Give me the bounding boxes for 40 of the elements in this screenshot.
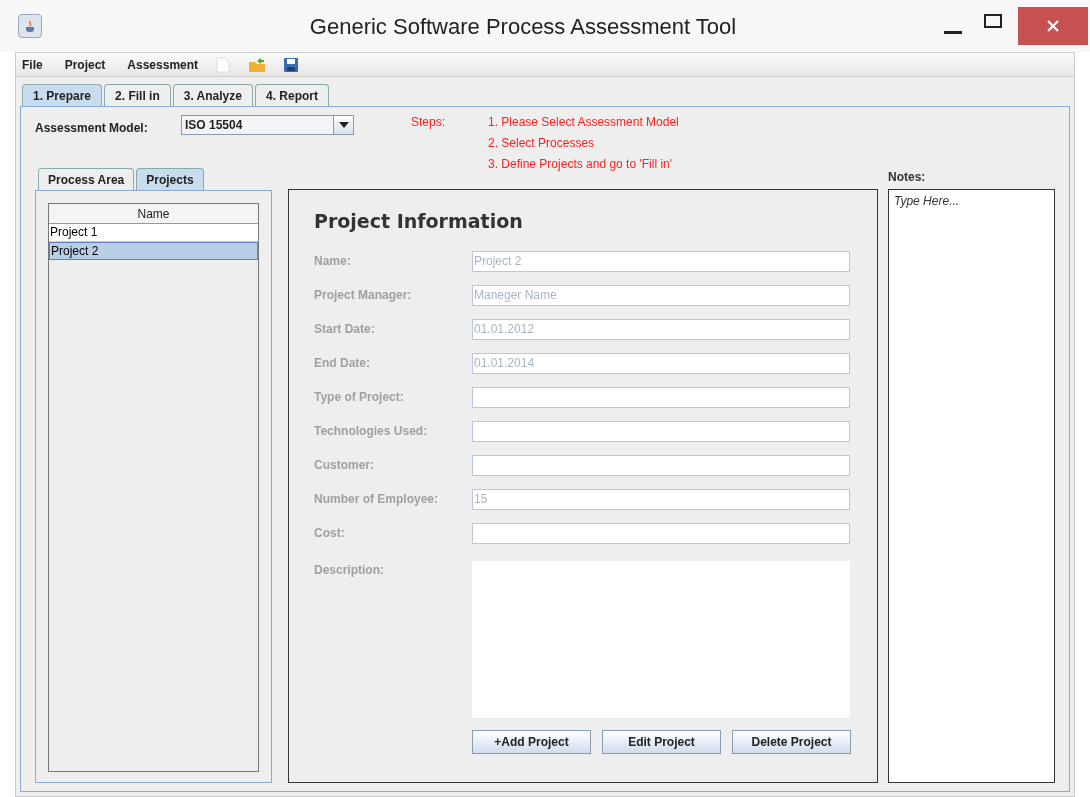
table-row[interactable]: Project 1 xyxy=(49,224,258,242)
field-label: Number of Employee: xyxy=(314,491,440,508)
app-icon xyxy=(18,14,42,38)
field-label: Name: xyxy=(314,253,352,270)
tab[interactable]: 3. Analyze xyxy=(172,84,253,106)
assessment-model-dropdown[interactable]: ISO 15504 xyxy=(181,115,354,135)
save-icon[interactable] xyxy=(284,57,299,72)
field-label: Type of Project: xyxy=(314,389,405,406)
window-title: Generic Software Process Assessment Tool xyxy=(308,12,738,41)
field-label: Start Date: xyxy=(314,321,376,338)
field-label: End Date: xyxy=(314,355,371,372)
maximize-icon[interactable] xyxy=(984,14,1002,28)
new-file-icon[interactable] xyxy=(216,56,231,73)
step-text: 2. Select Processes xyxy=(488,135,596,152)
step-text: 1. Please Select Assessment Model xyxy=(488,114,679,131)
step-text: 3. Define Projects and go to 'Fill in' xyxy=(488,156,673,173)
close-icon[interactable] xyxy=(1046,19,1060,33)
field-label: Description: xyxy=(314,561,385,579)
folder-icon[interactable] xyxy=(248,56,267,73)
assessment-model-label: Assessment Model: xyxy=(35,120,149,137)
tab[interactable]: 1. Prepare xyxy=(22,84,103,106)
column-header: Name xyxy=(49,204,258,224)
close-button[interactable] xyxy=(1018,7,1088,45)
notes-label: Notes: xyxy=(888,169,927,186)
menu-item[interactable]: File xyxy=(22,55,43,74)
tab[interactable]: Process Area xyxy=(38,168,135,190)
table-row[interactable]: Project 2 xyxy=(49,242,258,260)
tab[interactable]: 2. Fill in xyxy=(104,84,171,106)
steps-label: Steps: xyxy=(411,114,447,131)
field-label: Customer: xyxy=(314,457,375,474)
menu-item[interactable]: Project xyxy=(64,55,106,74)
panel-title: Project Information xyxy=(314,209,524,234)
field-label: Project Manager: xyxy=(314,287,413,304)
tab[interactable]: Projects xyxy=(136,168,204,190)
notes-field[interactable]: Type Here... xyxy=(888,189,1055,783)
field-label: Cost: xyxy=(314,525,346,542)
field-label: Technologies Used: xyxy=(314,423,429,440)
minimize-icon[interactable] xyxy=(944,30,962,34)
menu-item[interactable]: Assessment xyxy=(127,55,199,74)
tab[interactable]: 4. Report xyxy=(254,84,329,106)
